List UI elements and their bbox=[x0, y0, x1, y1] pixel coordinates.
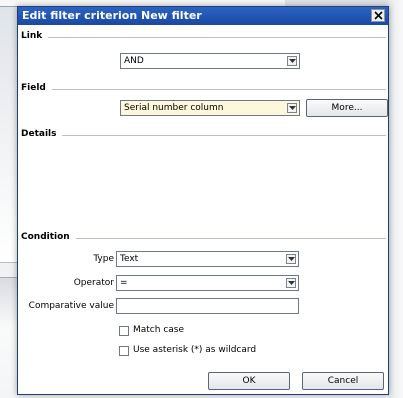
section-divider bbox=[76, 238, 386, 239]
edit-filter-dialog: Edit filter criterion New filter Link AN… bbox=[17, 6, 389, 395]
close-icon bbox=[374, 11, 383, 20]
section-details: Details bbox=[18, 129, 390, 141]
wildcard-checkbox[interactable] bbox=[119, 346, 129, 356]
link-dropdown[interactable]: AND bbox=[120, 53, 300, 69]
section-link: Link bbox=[18, 31, 390, 43]
section-label-condition: Condition bbox=[21, 232, 70, 242]
chevron-down-icon[interactable] bbox=[286, 254, 296, 264]
comparative-value-label: Comparative value bbox=[28, 301, 114, 311]
operator-dropdown-value: = bbox=[120, 278, 128, 288]
section-divider bbox=[62, 135, 386, 136]
section-label-details: Details bbox=[21, 129, 57, 139]
operator-label: Operator bbox=[73, 278, 114, 288]
match-case-checkbox[interactable] bbox=[119, 326, 129, 336]
background-window-right bbox=[388, 0, 403, 398]
section-condition: Condition bbox=[18, 232, 390, 244]
more-button[interactable]: More... bbox=[306, 99, 388, 117]
match-case-label: Match case bbox=[133, 325, 185, 335]
dialog-titlebar[interactable]: Edit filter criterion New filter bbox=[18, 7, 388, 25]
close-button[interactable] bbox=[371, 9, 385, 22]
chevron-down-icon[interactable] bbox=[286, 278, 296, 288]
chevron-down-icon[interactable] bbox=[287, 56, 297, 66]
background-window-fragment bbox=[0, 262, 18, 278]
operator-dropdown[interactable]: = bbox=[116, 275, 299, 291]
field-dropdown[interactable]: Serial number column bbox=[120, 100, 300, 116]
section-label-link: Link bbox=[21, 31, 43, 41]
wildcard-label: Use asterisk (*) as wildcard bbox=[133, 345, 257, 355]
field-dropdown-value: Serial number column bbox=[124, 103, 224, 113]
link-dropdown-value: AND bbox=[124, 56, 144, 66]
ok-button[interactable]: OK bbox=[208, 372, 290, 390]
type-dropdown[interactable]: Text bbox=[116, 251, 299, 267]
type-dropdown-value: Text bbox=[120, 254, 139, 264]
cancel-button[interactable]: Cancel bbox=[302, 372, 384, 390]
section-divider bbox=[52, 89, 386, 90]
section-divider bbox=[48, 37, 386, 38]
comparative-value-input[interactable] bbox=[116, 298, 299, 314]
section-field: Field bbox=[18, 83, 390, 95]
section-label-field: Field bbox=[21, 83, 46, 93]
type-label: Type bbox=[93, 254, 114, 264]
dialog-title: Edit filter criterion New filter bbox=[22, 9, 202, 22]
chevron-down-icon[interactable] bbox=[287, 103, 297, 113]
